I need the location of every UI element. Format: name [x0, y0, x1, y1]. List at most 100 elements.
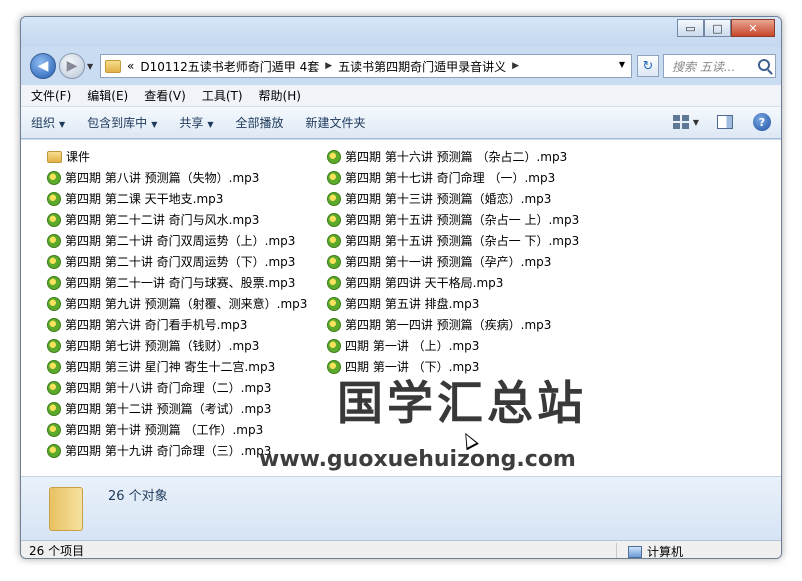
file-name: 第四期 第一四讲 预测篇（疾病）.mp3: [345, 318, 552, 332]
file-item[interactable]: 第四期 第六讲 奇门看手机号.mp3: [47, 314, 307, 335]
recent-pages-dropdown[interactable]: ▼: [87, 62, 93, 71]
breadcrumb-overflow[interactable]: «: [127, 59, 134, 73]
file-item[interactable]: 第四期 第五讲 排盘.mp3: [327, 293, 579, 314]
file-item[interactable]: 第四期 第十七讲 奇门命理 （一）.mp3: [327, 167, 579, 188]
address-bar[interactable]: « D10112五读书老师奇门遁甲 4套 ▶ 五读书第四期奇门遁甲录音讲义 ▶ …: [100, 54, 632, 78]
search-input[interactable]: 搜索 五读...: [663, 54, 776, 78]
play-all-button[interactable]: 全部播放: [236, 114, 284, 131]
search-icon: [758, 59, 770, 71]
view-options-icon[interactable]: [672, 115, 689, 129]
arrow-right-icon: ▶: [66, 58, 78, 74]
new-folder-button[interactable]: 新建文件夹: [306, 114, 366, 131]
file-item[interactable]: 第四期 第三讲 星门神 寄生十二宫.mp3: [47, 356, 307, 377]
close-button[interactable]: ✕: [731, 19, 775, 37]
details-pane: 26 个对象: [21, 476, 781, 540]
share-button[interactable]: 共享 ▼: [179, 114, 213, 131]
file-name: 第四期 第七讲 预测篇（钱财）.mp3: [65, 339, 260, 353]
caret-down-icon: ▼: [207, 120, 214, 129]
audio-file-icon: [47, 338, 61, 353]
file-item[interactable]: 第四期 第十八讲 奇门命理（二）.mp3: [47, 377, 307, 398]
view-dropdown[interactable]: ▼: [693, 118, 699, 127]
maximize-button[interactable]: □: [704, 19, 731, 37]
file-item[interactable]: 四期 第一讲 （上）.mp3: [327, 335, 579, 356]
audio-file-icon: [327, 149, 341, 164]
file-item[interactable]: 第四期 第十二讲 预测篇（考试）.mp3: [47, 398, 307, 419]
location-label: 计算机: [647, 545, 684, 559]
organize-label: 组织: [31, 116, 56, 130]
file-item[interactable]: 第四期 第九讲 预测篇（射覆、测来意）.mp3: [47, 293, 307, 314]
refresh-button[interactable]: ↻: [637, 55, 659, 77]
toolbar-right: ▼ ?: [672, 113, 771, 131]
menu-file[interactable]: 文件(F): [31, 87, 71, 104]
file-item[interactable]: 第四期 第十五讲 预测篇（杂占一 下）.mp3: [327, 230, 579, 251]
menu-view[interactable]: 查看(V): [144, 87, 186, 104]
file-item[interactable]: 第四期 第十六讲 预测篇 （杂占二）.mp3: [327, 146, 579, 167]
file-item[interactable]: 第四期 第四讲 天干格局.mp3: [327, 272, 579, 293]
audio-file-icon: [47, 212, 61, 227]
menu-bar: 文件(F) 编辑(E) 查看(V) 工具(T) 帮助(H): [21, 85, 781, 107]
refresh-icon: ↻: [642, 58, 654, 74]
file-name: 第四期 第二十二讲 奇门与风水.mp3: [65, 213, 260, 227]
file-item[interactable]: 第四期 第十一讲 预测篇（孕产）.mp3: [327, 251, 579, 272]
file-name: 第四期 第八讲 预测篇（失物）.mp3: [65, 171, 260, 185]
breadcrumb-item[interactable]: D10112五读书老师奇门遁甲 4套: [140, 58, 319, 75]
help-icon[interactable]: ?: [753, 113, 771, 131]
file-name: 第四期 第十八讲 奇门命理（二）.mp3: [65, 381, 272, 395]
back-button[interactable]: ◀: [30, 53, 56, 79]
file-name: 第四期 第十三讲 预测篇（婚恋）.mp3: [345, 192, 552, 206]
audio-file-icon: [47, 275, 61, 290]
minimize-button[interactable]: ▭: [677, 19, 704, 37]
file-name: 第四期 第二课 天干地支.mp3: [65, 192, 224, 206]
file-item[interactable]: 第四期 第二十二讲 奇门与风水.mp3: [47, 209, 307, 230]
chevron-right-icon[interactable]: ▶: [325, 61, 332, 71]
file-item[interactable]: 第四期 第十五讲 预测篇（杂占一 上）.mp3: [327, 209, 579, 230]
file-item[interactable]: 第四期 第一四讲 预测篇（疾病）.mp3: [327, 314, 579, 335]
computer-icon: [628, 545, 642, 558]
window-controls: ▭ □ ✕: [677, 19, 775, 37]
file-name: 第四期 第十九讲 奇门命理（三）.mp3: [65, 444, 272, 458]
menu-edit[interactable]: 编辑(E): [87, 87, 128, 104]
chevron-right-icon[interactable]: ▶: [512, 61, 519, 71]
file-item[interactable]: 第四期 第十九讲 奇门命理（三）.mp3: [47, 440, 307, 461]
breadcrumb-item[interactable]: 五读书第四期奇门遁甲录音讲义: [338, 58, 506, 75]
file-item[interactable]: 第四期 第十讲 预测篇 （工作）.mp3: [47, 419, 307, 440]
audio-file-icon: [47, 317, 61, 332]
organize-button[interactable]: 组织 ▼: [31, 114, 65, 131]
file-name: 第四期 第十一讲 预测篇（孕产）.mp3: [345, 255, 552, 269]
menu-help[interactable]: 帮助(H): [259, 87, 301, 104]
folder-icon: [47, 150, 62, 163]
menu-tools[interactable]: 工具(T): [202, 87, 243, 104]
file-item[interactable]: 第四期 第二十讲 奇门双周运势（下）.mp3: [47, 251, 307, 272]
file-item[interactable]: 第四期 第十三讲 预测篇（婚恋）.mp3: [327, 188, 579, 209]
file-name: 第四期 第二十一讲 奇门与球赛、股票.mp3: [65, 276, 296, 290]
file-name: 第四期 第五讲 排盘.mp3: [345, 297, 480, 311]
audio-file-icon: [47, 170, 61, 185]
audio-file-icon: [327, 317, 341, 332]
include-in-library-button[interactable]: 包含到库中 ▼: [87, 114, 157, 131]
file-name: 第四期 第二十讲 奇门双周运势（下）.mp3: [65, 255, 296, 269]
folder-icon: [49, 487, 83, 531]
file-list: 课件第四期 第八讲 预测篇（失物）.mp3 第四期 第二课 天干地支.mp3 第四期…: [21, 140, 781, 476]
arrow-left-icon: ◀: [37, 58, 49, 74]
address-dropdown[interactable]: ▼: [619, 60, 625, 69]
file-item[interactable]: 第四期 第二十一讲 奇门与球赛、股票.mp3: [47, 272, 307, 293]
audio-file-icon: [327, 296, 341, 311]
search-placeholder: 搜索 五读...: [672, 59, 736, 74]
audio-file-icon: [47, 401, 61, 416]
preview-pane-icon[interactable]: [717, 115, 733, 129]
forward-button[interactable]: ▶: [59, 53, 85, 79]
file-name: 第四期 第六讲 奇门看手机号.mp3: [65, 318, 248, 332]
file-item[interactable]: 第四期 第二十讲 奇门双周运势（上）.mp3: [47, 230, 307, 251]
file-item[interactable]: 四期 第一讲 （下）.mp3: [327, 356, 579, 377]
folder-item[interactable]: 课件: [47, 146, 307, 167]
audio-file-icon: [327, 233, 341, 248]
address-row: ◀ ▶ ▼ « D10112五读书老师奇门遁甲 4套 ▶ 五读书第四期奇门遁甲录…: [21, 47, 781, 81]
audio-file-icon: [47, 254, 61, 269]
file-item[interactable]: 第四期 第八讲 预测篇（失物）.mp3: [47, 167, 307, 188]
audio-file-icon: [327, 191, 341, 206]
file-item[interactable]: 第四期 第二课 天干地支.mp3: [47, 188, 307, 209]
file-item[interactable]: 第四期 第七讲 预测篇（钱财）.mp3: [47, 335, 307, 356]
audio-file-icon: [47, 422, 61, 437]
file-name: 四期 第一讲 （下）.mp3: [345, 360, 480, 374]
item-count: 26 个项目: [29, 544, 85, 558]
